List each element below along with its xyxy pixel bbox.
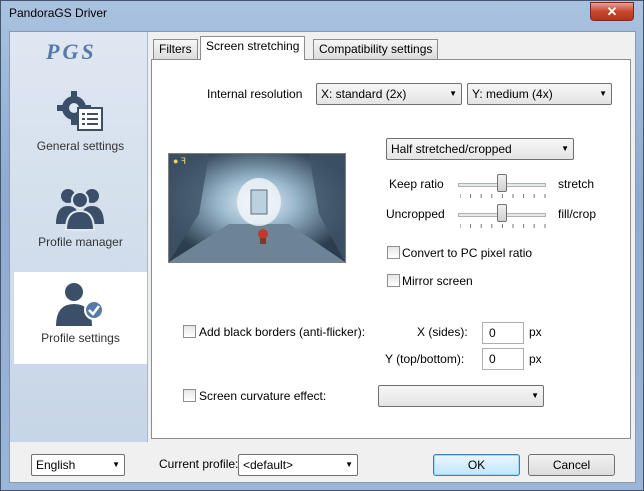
stretch-label: stretch <box>558 177 595 191</box>
black-borders-checkbox[interactable] <box>183 325 196 338</box>
sidebar: PGS General settings Profile manager Pro… <box>10 32 148 442</box>
crop-slider-thumb[interactable] <box>497 204 507 222</box>
keep-ratio-slider-thumb[interactable] <box>497 174 507 192</box>
chevron-down-icon: ▼ <box>449 89 457 98</box>
language-select[interactable]: English ▼ <box>31 454 125 476</box>
convert-pc-ratio-label: Convert to PC pixel ratio <box>402 246 533 260</box>
current-profile-select[interactable]: <default> ▼ <box>238 454 358 476</box>
tab-filters[interactable]: Filters <box>153 39 198 59</box>
users-icon <box>56 189 104 231</box>
internal-resolution-label: Internal resolution <box>207 87 303 101</box>
stretch-mode-select[interactable]: Half stretched/cropped ▼ <box>386 138 574 160</box>
chevron-down-icon: ▼ <box>531 391 539 400</box>
resolution-y-select[interactable]: Y: medium (4x) ▼ <box>467 83 612 105</box>
sidebar-item-profile-manager[interactable]: Profile manager <box>14 176 147 268</box>
window-title: PandoraGS Driver <box>9 6 108 20</box>
svg-text:PGS: PGS <box>45 40 97 64</box>
preview-image: ● ꟻ <box>168 153 346 263</box>
client-area: PGS General settings Profile manager Pro… <box>9 31 636 483</box>
y-topbottom-input[interactable]: 0 <box>482 348 524 370</box>
close-button[interactable]: ✕ <box>590 2 634 21</box>
curvature-select[interactable]: ▼ <box>378 385 544 407</box>
mirror-screen-label: Mirror screen <box>402 274 473 288</box>
chevron-down-icon: ▼ <box>112 460 120 469</box>
svg-text:● ꟻ: ● ꟻ <box>173 156 186 166</box>
fill-crop-label: fill/crop <box>558 207 597 221</box>
curvature-checkbox[interactable] <box>183 389 196 402</box>
y-topbottom-label: Y (top/bottom): <box>385 352 465 366</box>
sidebar-item-label: Profile manager <box>38 235 123 249</box>
app-window: PandoraGS Driver ✕ PGS General settings … <box>0 0 644 491</box>
px-unit-label: px <box>529 325 542 339</box>
title-bar: PandoraGS Driver ✕ <box>1 1 643 27</box>
gear-list-icon <box>57 91 103 131</box>
uncropped-label: Uncropped <box>386 207 445 221</box>
tab-screen-stretching[interactable]: Screen stretching <box>200 36 306 60</box>
tab-compatibility-settings[interactable]: Compatibility settings <box>313 39 439 59</box>
user-check-icon <box>56 283 104 326</box>
app-logo: PGS <box>45 40 97 64</box>
game-scene-illustration: ● ꟻ <box>169 154 345 262</box>
chevron-down-icon: ▼ <box>345 460 353 469</box>
x-sides-label: X (sides): <box>417 325 468 339</box>
resolution-x-select[interactable]: X: standard (2x) ▼ <box>316 83 462 105</box>
px-unit-label: px <box>529 352 542 366</box>
crop-ticks <box>460 224 546 228</box>
sidebar-item-profile-settings[interactable]: Profile settings <box>14 272 147 364</box>
x-sides-input[interactable]: 0 <box>482 322 524 344</box>
chevron-down-icon: ▼ <box>561 144 569 153</box>
convert-pc-ratio-checkbox[interactable] <box>387 246 400 259</box>
black-borders-label: Add black borders (anti-flicker): <box>199 325 366 339</box>
sidebar-item-label: General settings <box>36 139 125 153</box>
ok-button[interactable]: OK <box>433 454 520 476</box>
mirror-screen-checkbox[interactable] <box>387 274 400 287</box>
cancel-button[interactable]: Cancel <box>528 454 615 476</box>
keep-ratio-ticks <box>460 194 546 198</box>
curvature-label: Screen curvature effect: <box>199 389 327 403</box>
current-profile-label: Current profile: <box>159 457 239 471</box>
sidebar-item-label: Profile settings <box>41 331 120 345</box>
keep-ratio-label: Keep ratio <box>389 177 444 191</box>
sidebar-item-general-settings[interactable]: General settings <box>14 80 147 172</box>
chevron-down-icon: ▼ <box>599 89 607 98</box>
